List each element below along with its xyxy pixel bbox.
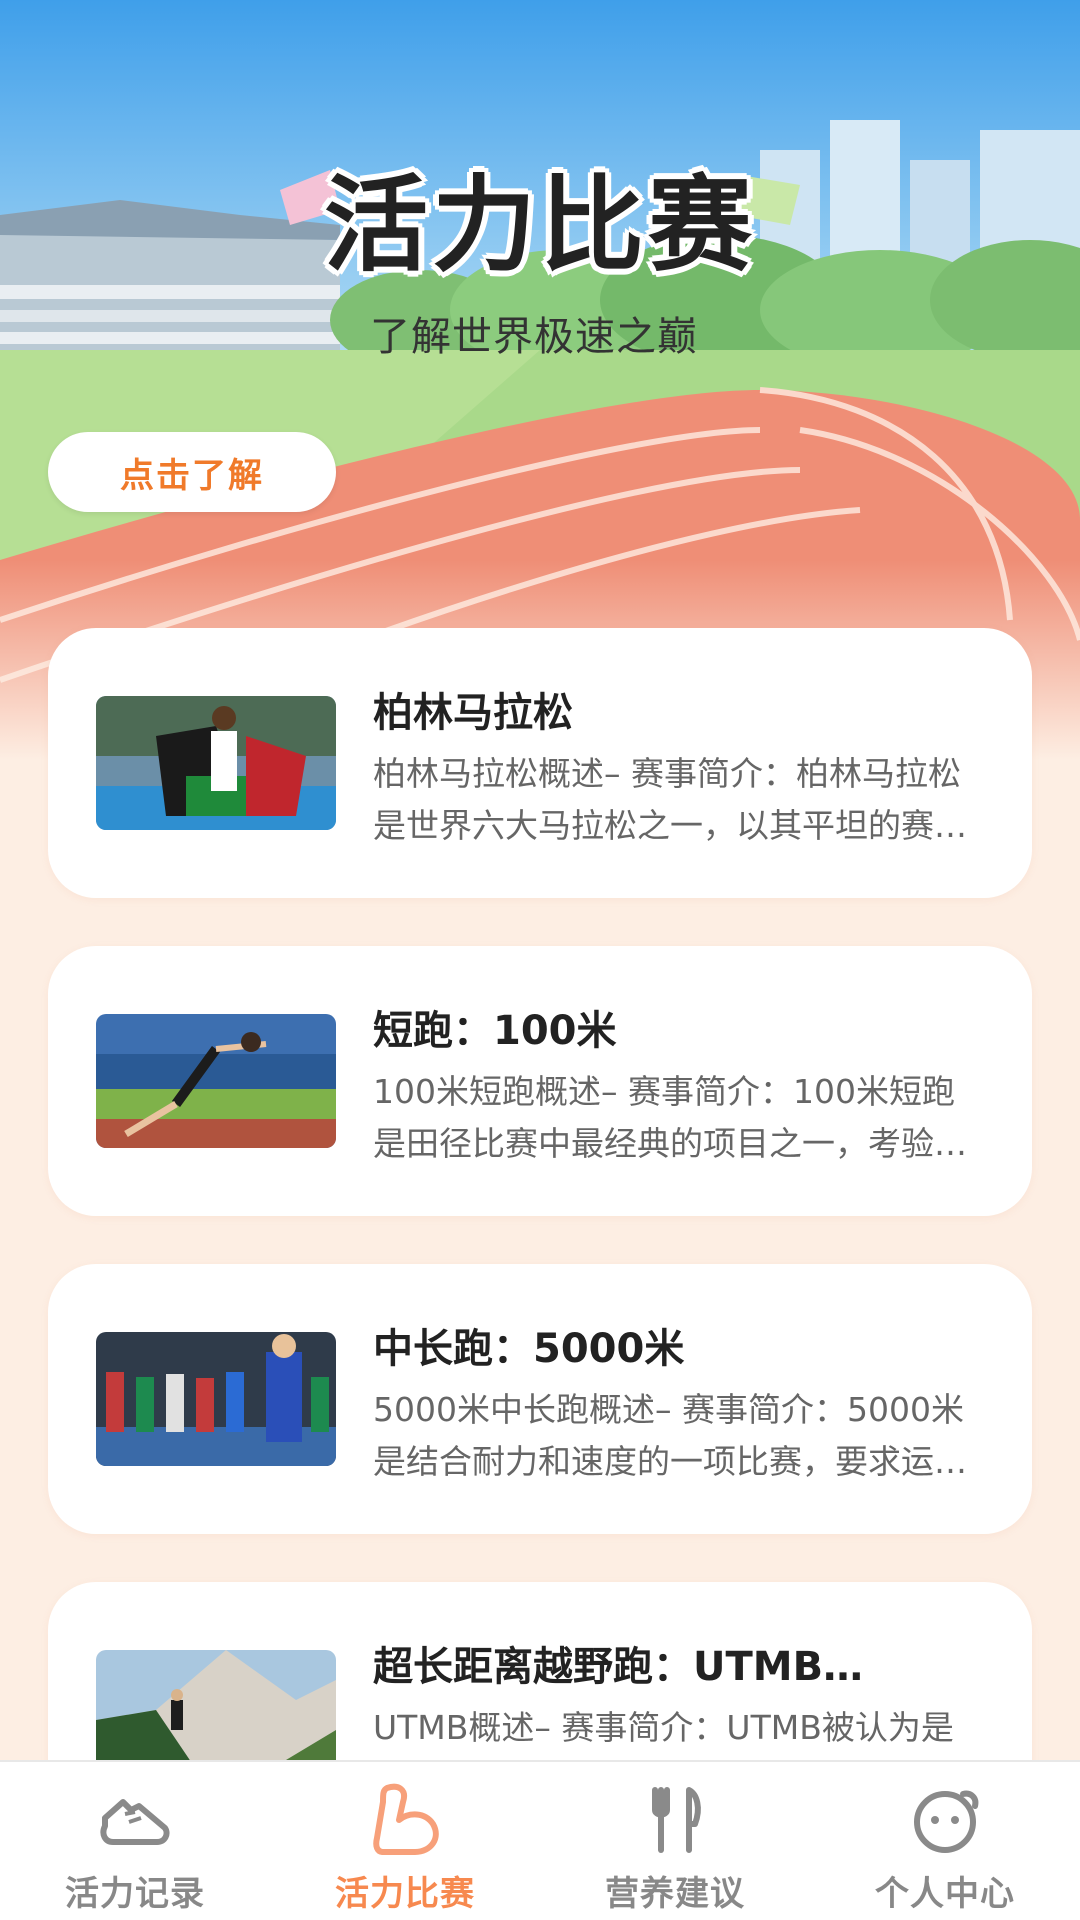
event-title: 超长距离越野跑：UTMB… — [373, 1644, 864, 1690]
event-card[interactable]: 短跑：100米 100米短跑概述– 赛事简介：100米短跑是田径比赛中最经典的项… — [48, 946, 1032, 1216]
running-shoe-icon — [100, 1799, 170, 1845]
event-title: 柏林马拉松 — [373, 690, 573, 736]
event-description: 柏林马拉松概述– 赛事简介：柏林马拉松是世界六大马拉松之一，以其平坦的赛道和快速… — [373, 754, 967, 845]
event-title: 短跑：100米 — [373, 1008, 617, 1054]
sprinter-image — [96, 1014, 336, 1148]
marathon-runner-image — [96, 696, 336, 830]
tab-activity-competition[interactable]: 活力比赛 — [270, 1762, 540, 1920]
distance-runners-image — [96, 1332, 336, 1466]
fork-knife-icon — [652, 1787, 701, 1853]
screen: 活力比赛 了解世界极速之巅 点击了解 柏林马拉松 柏林马拉松概述– 赛事简介：柏… — [0, 0, 1080, 1920]
hero-title: 活力比赛 — [323, 164, 756, 286]
flexed-arm-icon — [373, 1783, 439, 1855]
tab-nutrition-advice[interactable]: 营养建议 — [540, 1762, 810, 1920]
tab-personal-center[interactable]: 个人中心 — [810, 1762, 1080, 1920]
bottom-tab-bar: 活力记录 活力比赛 营养建议 个人中心 — [0, 1760, 1080, 1920]
event-description: 100米短跑概述– 赛事简介：100米短跑是田径比赛中最经典的项目之一，考验运动… — [373, 1072, 967, 1163]
event-list: 柏林马拉松 柏林马拉松概述– 赛事简介：柏林马拉松是世界六大马拉松之一，以其平坦… — [48, 628, 1032, 1900]
tab-label: 活力比赛 — [335, 1874, 475, 1914]
event-title: 中长跑：5000米 — [373, 1326, 685, 1372]
event-description: 5000米中长跑概述– 赛事简介：5000米是结合耐力和速度的一项比赛，要求运动… — [373, 1390, 967, 1481]
tab-activity-record[interactable]: 活力记录 — [0, 1762, 270, 1920]
event-card[interactable]: 柏林马拉松 柏林马拉松概述– 赛事简介：柏林马拉松是世界六大马拉松之一，以其平坦… — [48, 628, 1032, 898]
tab-label: 活力记录 — [65, 1874, 205, 1914]
hero-subtitle: 了解世界极速之巅 — [370, 314, 698, 360]
tab-label: 个人中心 — [875, 1874, 1015, 1914]
learn-more-button[interactable]: 点击了解 — [48, 432, 336, 512]
smiley-face-icon — [914, 1790, 979, 1853]
tab-label: 营养建议 — [605, 1874, 745, 1914]
event-card[interactable]: 中长跑：5000米 5000米中长跑概述– 赛事简介：5000米是结合耐力和速度… — [48, 1264, 1032, 1534]
